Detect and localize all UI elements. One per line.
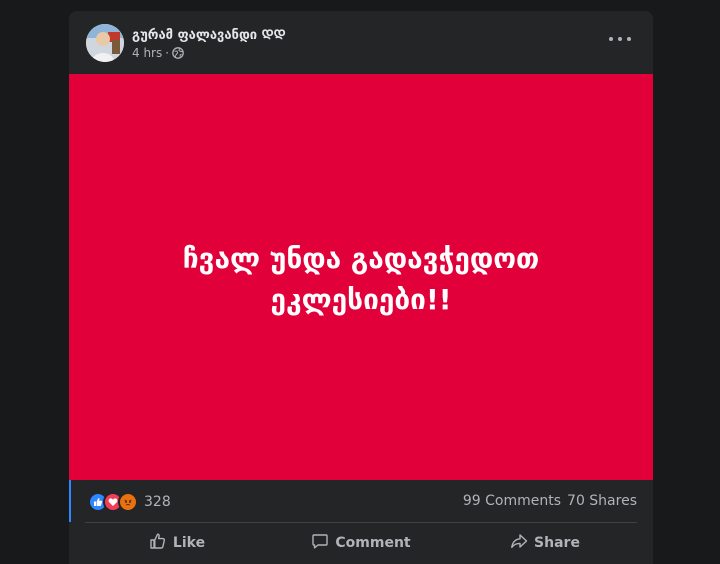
comments-count[interactable]: 99 Comments [463, 493, 561, 509]
author-name[interactable]: გურამ ფალავანდი ᲓᲓ [132, 25, 286, 43]
share-arrow-icon [510, 532, 528, 554]
thumbs-up-icon [149, 532, 167, 554]
author-avatar[interactable] [86, 24, 124, 62]
focus-indicator [69, 480, 71, 522]
post-card: გურამ ფალავანდი ᲓᲓ 4 hrs · ჩვალ უნდა გად… [69, 11, 653, 564]
post-actions: Like Comment Share [85, 526, 637, 560]
post-stats: 328 99 Comments 70 Shares [69, 480, 653, 522]
comment-button[interactable]: Comment [269, 526, 453, 560]
share-button[interactable]: Share [453, 526, 637, 560]
globe-icon [172, 47, 184, 59]
reactions-summary[interactable]: 328 [88, 492, 171, 512]
angry-reaction-icon [118, 492, 138, 512]
post-image[interactable]: ჩვალ უნდა გადავჭედოთ ეკლესიები!! [69, 74, 653, 480]
meta-separator: · [165, 46, 170, 60]
comment-icon [311, 532, 329, 554]
like-button[interactable]: Like [85, 526, 269, 560]
actions-divider [85, 522, 637, 523]
comment-label: Comment [335, 535, 411, 551]
shares-count[interactable]: 70 Shares [567, 493, 637, 509]
engagement-counts: 99 Comments 70 Shares [463, 493, 637, 509]
post-meta: 4 hrs · [132, 46, 184, 60]
share-label: Share [534, 535, 580, 551]
post-header: გურამ ფალავანდი ᲓᲓ 4 hrs · [69, 11, 653, 74]
post-time[interactable]: 4 hrs [132, 46, 162, 60]
more-options-icon[interactable] [609, 33, 631, 45]
reaction-count: 328 [144, 494, 171, 510]
like-label: Like [172, 535, 206, 551]
post-image-text: ჩვალ უნდა გადავჭედოთ ეკლესიები!! [182, 242, 540, 316]
